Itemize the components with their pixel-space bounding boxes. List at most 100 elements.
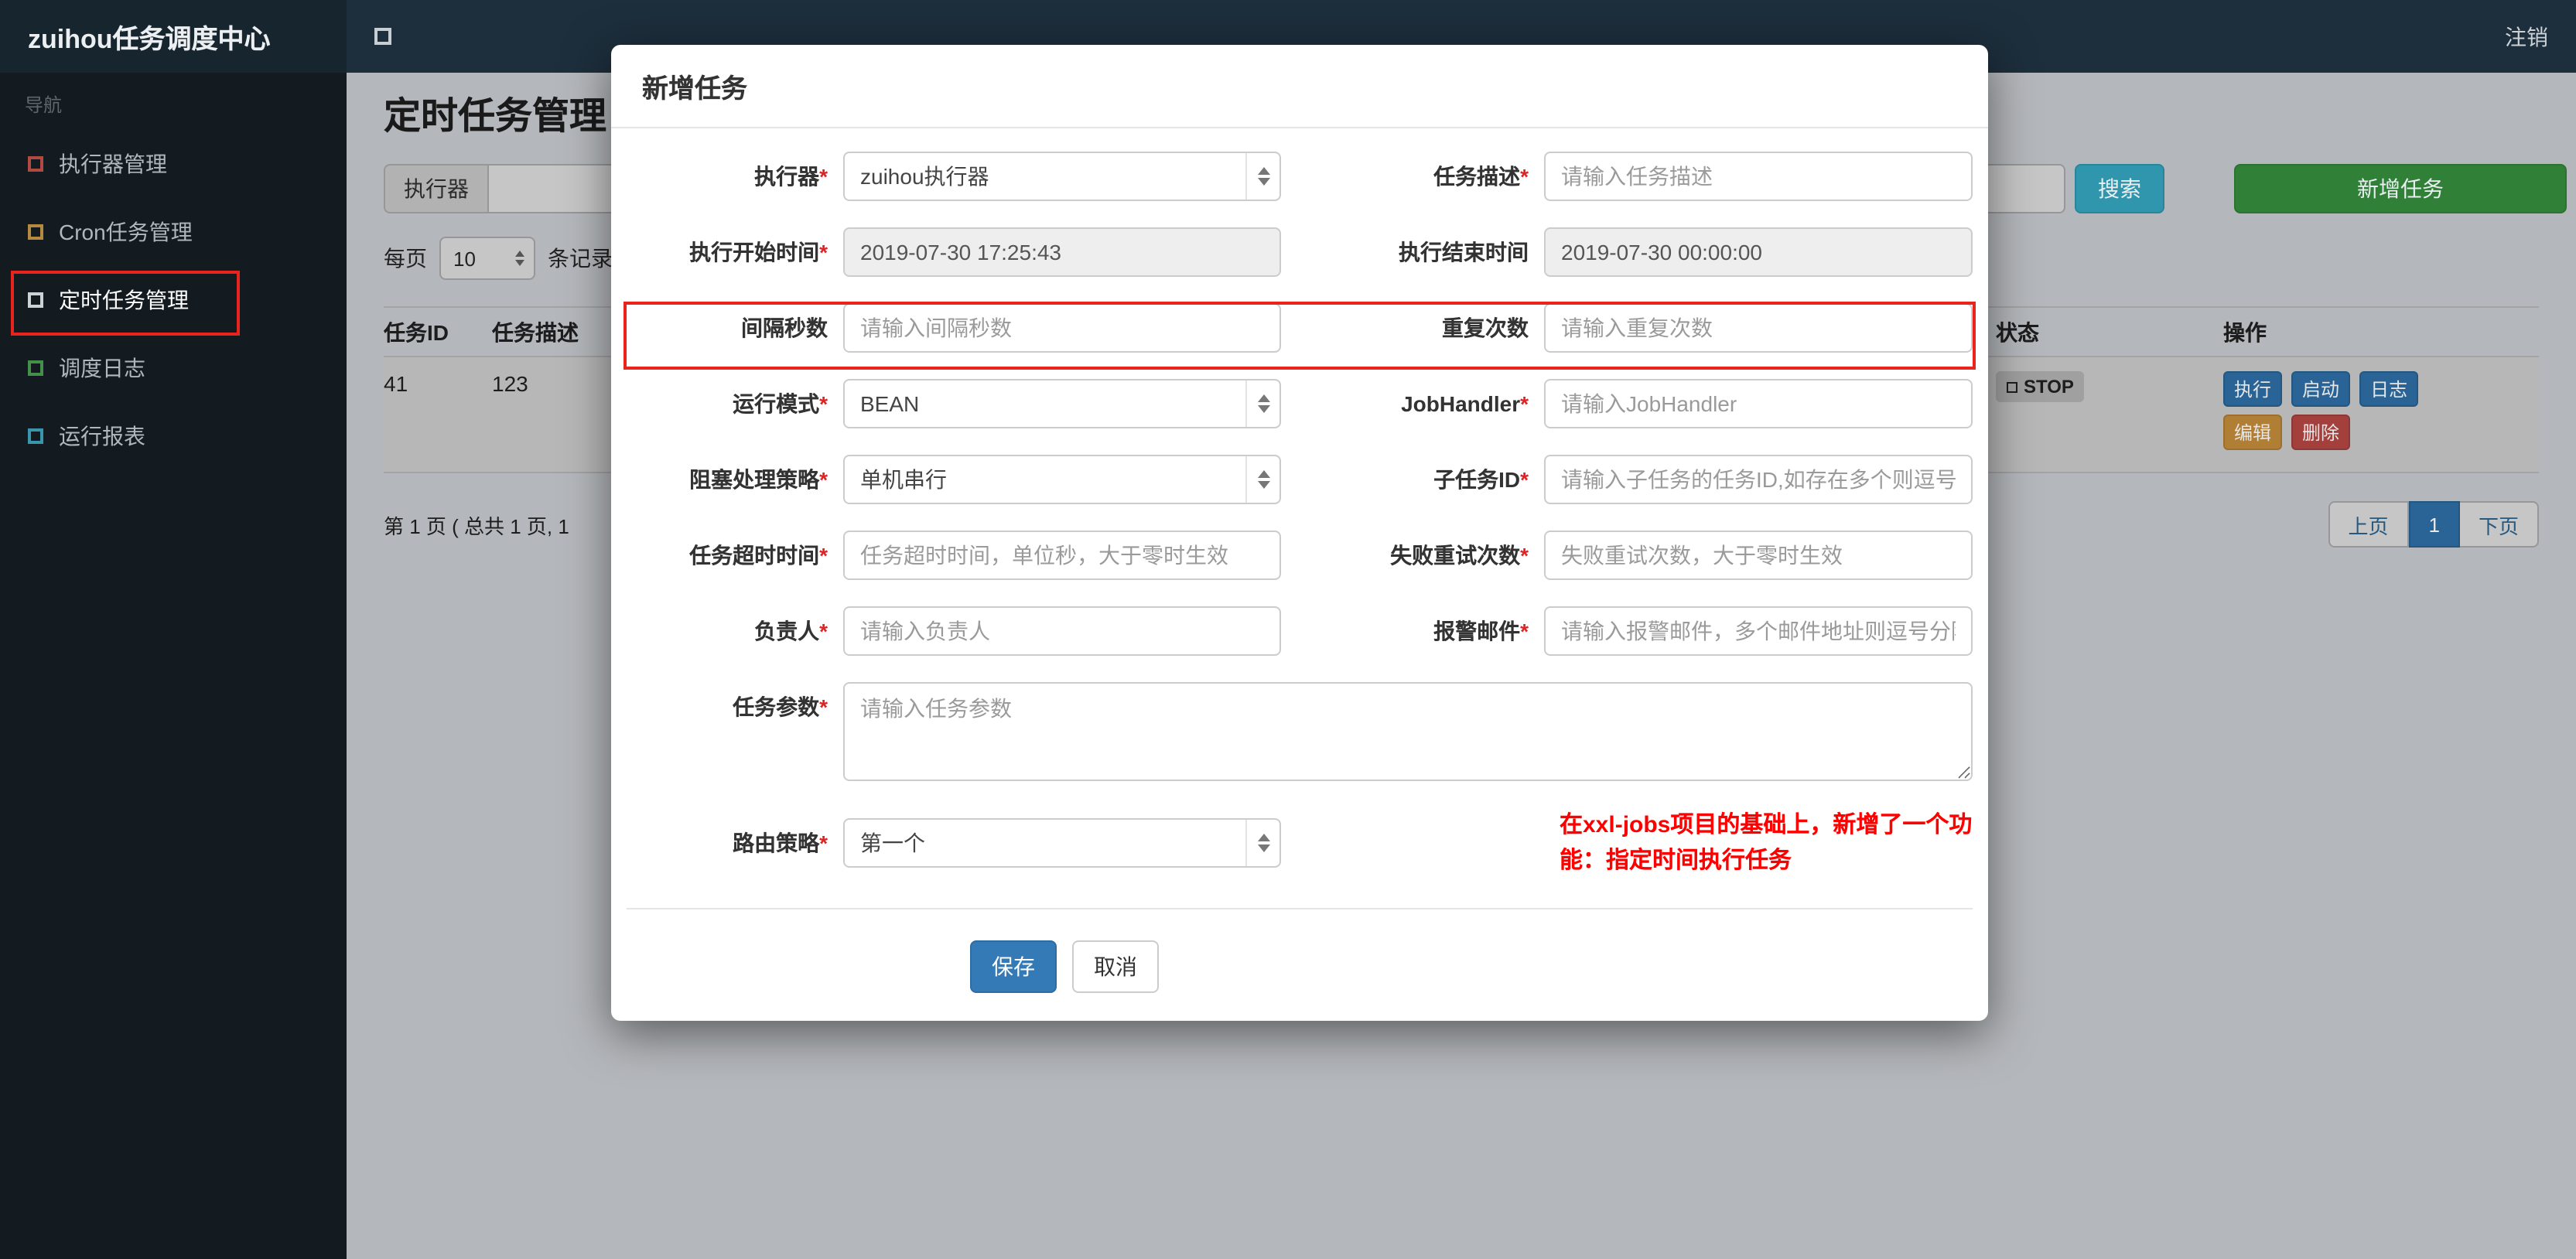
alarm-email-input[interactable] [1544,606,1973,656]
square-outline-icon [28,360,43,376]
route-strategy-select[interactable]: 第一个 [843,818,1281,868]
run-mode-select-value: BEAN [860,391,920,416]
repeat-label: 重复次数 [1442,315,1529,340]
sidebar-item-label: 调度日志 [59,356,145,380]
owner-label: 负责人* [754,618,828,643]
prev-page-button[interactable]: 上页 [2328,501,2409,548]
block-strategy-label: 阻塞处理策略* [689,466,828,492]
form-row-2: 执行开始时间* 执行结束时间 [627,227,1973,277]
run-mode-select[interactable]: BEAN [843,379,1281,428]
log-button[interactable]: 日志 [2359,371,2419,407]
status-text: STOP [2024,376,2074,397]
form-row-1: 执行器* zuihou执行器 任务描述* [627,152,1973,201]
square-outline-icon [28,224,43,240]
save-button[interactable]: 保存 [970,940,1057,992]
square-icon [374,28,391,45]
sidebar-item-label: 执行器管理 [59,152,167,176]
repeat-input[interactable] [1544,303,1973,353]
select-arrows-icon [506,238,534,278]
form-row-8: 任务参数* [627,682,1973,781]
feature-note-text: 在xxl-jobs项目的基础上，新增了一个功能：指定时间执行任务 [1560,812,1973,875]
page-size-value: 10 [453,247,476,270]
run-button[interactable]: 执行 [2223,371,2283,407]
modal-title: 新增任务 [611,45,1988,128]
select-arrows-icon [1245,456,1279,503]
page-size-suffix: 条记录 [548,246,613,271]
select-arrows-icon [1245,153,1279,200]
square-outline-icon [28,156,43,172]
page-size-select[interactable]: 10 [439,237,535,280]
sidebar-item-cron-task[interactable]: Cron任务管理 [0,198,347,266]
header-task-id: 任务ID [384,319,449,344]
pagination-buttons: 上页 1 下页 [2328,501,2539,548]
block-strategy-select[interactable]: 单机串行 [843,455,1281,504]
jobhandler-input[interactable] [1544,379,1973,428]
route-strategy-select-value: 第一个 [860,831,925,856]
task-desc-input[interactable] [1544,152,1973,201]
owner-input[interactable] [843,606,1281,656]
retry-label: 失败重试次数* [1390,542,1529,568]
modal-body: 执行器* zuihou执行器 任务描述* 执行开始时间* 执行结 [611,128,1988,879]
search-button[interactable]: 搜索 [2075,164,2164,213]
sidebar-item-label: 定时任务管理 [59,288,189,312]
header-actions: 操作 [2223,319,2267,344]
child-task-label: 子任务ID* [1433,466,1529,492]
header-status: 状态 [1996,319,2039,344]
end-time-label: 执行结束时间 [1399,239,1529,264]
start-button[interactable]: 启动 [2291,371,2351,407]
task-params-textarea[interactable] [843,682,1973,781]
end-time-input[interactable] [1544,227,1973,277]
sidebar-item-label: 运行报表 [59,424,145,449]
sidebar-item-timed-task[interactable]: 定时任务管理 [0,266,347,334]
edit-button[interactable]: 编辑 [2223,415,2283,450]
start-time-label: 执行开始时间* [689,239,828,264]
timeout-input[interactable] [843,531,1281,580]
logout-link[interactable]: 注销 [2505,21,2548,52]
square-outline-icon [28,292,43,308]
add-task-button[interactable]: 新增任务 [2234,164,2567,213]
task-params-label: 任务参数* [733,694,828,719]
sidebar-section-label: 导航 [25,94,63,116]
run-mode-label: 运行模式* [733,391,828,416]
sidebar: 导航 执行器管理 Cron任务管理 定时任务管理 调度日志 运行报表 [0,73,347,1259]
child-task-input[interactable] [1544,455,1973,504]
sidebar-item-run-report[interactable]: 运行报表 [0,402,347,470]
sidebar-item-label: Cron任务管理 [59,220,193,244]
interval-input[interactable] [843,303,1281,353]
sidebar-item-executor-manage[interactable]: 执行器管理 [0,130,347,198]
start-time-input[interactable] [843,227,1281,277]
sidebar-item-schedule-log[interactable]: 调度日志 [0,334,347,402]
interval-label: 间隔秒数 [741,315,828,340]
delete-button[interactable]: 删除 [2291,415,2351,450]
form-row-7: 负责人* 报警邮件* [627,606,1973,656]
cancel-button[interactable]: 取消 [1072,940,1159,992]
add-task-modal: 新增任务 执行器* zuihou执行器 任务描述* 执行开始时 [611,45,1988,1021]
actions-line-1: 执行 启动 日志 [2223,371,2539,407]
cell-actions: 执行 启动 日志 编辑 删除 [2223,371,2539,458]
executor-addon-label: 执行器 [384,164,487,213]
executor-select[interactable]: zuihou执行器 [843,152,1281,201]
sidebar-toggle-icon[interactable] [374,28,391,45]
form-row-5: 阻塞处理策略* 单机串行 子任务ID* [627,455,1973,504]
pagination-summary: 第 1 页 ( 总共 1 页, 1 [384,514,569,537]
square-outline-icon [28,428,43,444]
executor-select-value: zuihou执行器 [860,164,989,189]
app-root: zuihou任务调度中心 注销 导航 执行器管理 Cron任务管理 定时任务管理… [0,0,2576,1259]
status-square-icon [2007,381,2017,392]
jobhandler-label: JobHandler* [1401,391,1529,416]
current-page-button[interactable]: 1 [2408,501,2460,548]
alarm-email-label: 报警邮件* [1433,618,1529,643]
retry-input[interactable] [1544,531,1973,580]
form-row-3: 间隔秒数 重复次数 [627,303,1973,353]
next-page-button[interactable]: 下页 [2459,501,2539,548]
form-row-6: 任务超时时间* 失败重试次数* [627,531,1973,580]
select-arrows-icon [1245,380,1279,427]
form-row-9: 路由策略* 第一个 在xxl-jobs项目的基础上，新增了一个功能：指定时间执行… [627,807,1973,879]
route-strategy-label: 路由策略* [733,830,828,855]
actions-line-2: 编辑 删除 [2223,415,2539,450]
select-arrows-icon [1245,820,1279,867]
page-size-prefix: 每页 [384,246,427,271]
app-brand: zuihou任务调度中心 [0,0,347,73]
task-desc-label: 任务描述* [1433,163,1529,189]
status-badge: STOP [1996,371,2085,402]
